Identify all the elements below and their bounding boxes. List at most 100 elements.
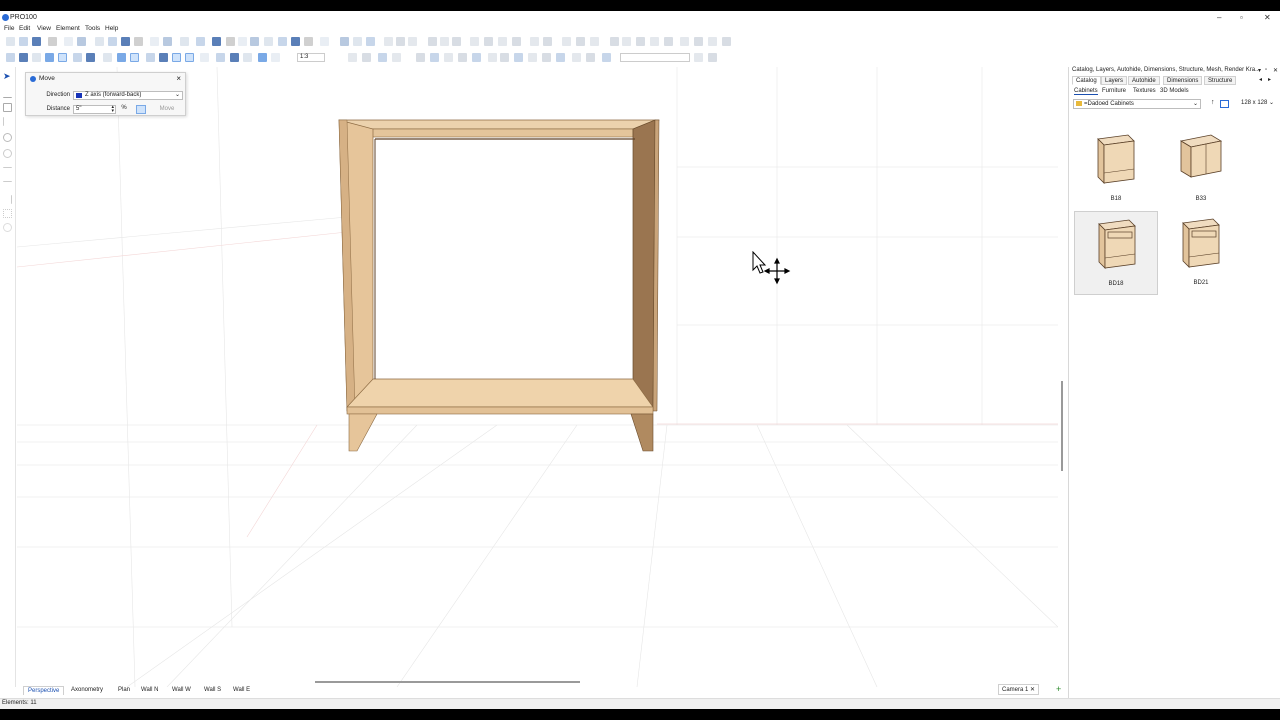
distribute-v-icon[interactable] bbox=[440, 37, 449, 46]
category-select[interactable]: =Dadoed Cabinets ⌄ bbox=[1073, 99, 1201, 109]
move-icon[interactable] bbox=[185, 53, 194, 62]
flip-icon[interactable] bbox=[708, 37, 717, 46]
panel-restore-icon[interactable]: ▫ bbox=[1265, 67, 1267, 73]
wireframe-icon[interactable] bbox=[86, 53, 95, 62]
material-icon[interactable] bbox=[278, 37, 287, 46]
mirror-icon[interactable] bbox=[722, 37, 731, 46]
cabinet-model[interactable] bbox=[17, 67, 1058, 687]
catalog-item-bd21[interactable]: BD21 bbox=[1159, 211, 1243, 295]
print-icon[interactable] bbox=[64, 37, 73, 46]
dimensions-icon[interactable] bbox=[117, 53, 126, 62]
distribute-h-icon[interactable] bbox=[543, 37, 552, 46]
maximize-button[interactable]: ▫ bbox=[1240, 13, 1243, 22]
snap-grid-icon[interactable] bbox=[146, 53, 155, 62]
select-arrow-icon[interactable]: ➤ bbox=[3, 72, 12, 81]
walk-icon[interactable] bbox=[556, 53, 565, 62]
distance-input[interactable]: 5" ▴ ▾ bbox=[73, 105, 116, 114]
move-button[interactable]: Move bbox=[153, 104, 181, 115]
save-icon[interactable] bbox=[32, 37, 41, 46]
tab-wall-s[interactable]: Wall S bbox=[200, 686, 225, 694]
layers-icon[interactable] bbox=[304, 37, 313, 46]
tab-catalog[interactable]: Catalog bbox=[1072, 76, 1101, 85]
percent-button[interactable]: % bbox=[119, 105, 129, 114]
snapshot-icon[interactable] bbox=[320, 37, 329, 46]
orbit-icon[interactable] bbox=[362, 53, 371, 62]
view-3d-icon[interactable] bbox=[73, 53, 82, 62]
align-left-icon[interactable] bbox=[498, 37, 507, 46]
grid-icon[interactable] bbox=[130, 53, 139, 62]
align-right-icon[interactable] bbox=[408, 37, 417, 46]
vertical-scrollbar[interactable] bbox=[1061, 381, 1063, 471]
rotate-tool-icon[interactable] bbox=[3, 149, 12, 158]
zoom-fit-icon[interactable] bbox=[226, 37, 235, 46]
rotate-icon[interactable] bbox=[200, 53, 209, 62]
tab-dimensions[interactable]: Dimensions bbox=[1163, 76, 1203, 85]
view-right-icon[interactable] bbox=[45, 53, 54, 62]
align-left-icon[interactable] bbox=[384, 37, 393, 46]
close-button[interactable]: ✕ bbox=[1264, 13, 1271, 22]
align-left-icon[interactable] bbox=[622, 37, 631, 46]
tab-axonometry[interactable]: Axonometry bbox=[67, 686, 107, 694]
save-as-icon[interactable] bbox=[48, 37, 57, 46]
view-back-icon[interactable] bbox=[19, 53, 28, 62]
view-left-icon[interactable] bbox=[32, 53, 41, 62]
paste-icon[interactable] bbox=[121, 37, 130, 46]
add-camera-button[interactable]: + bbox=[1056, 684, 1061, 694]
mirror-icon[interactable] bbox=[484, 37, 493, 46]
subtab-textures[interactable]: Textures bbox=[1133, 88, 1156, 94]
new-file-icon[interactable] bbox=[366, 37, 375, 46]
minimize-button[interactable]: – bbox=[1217, 13, 1221, 22]
menu-edit[interactable]: Edit bbox=[19, 25, 30, 32]
copy-toggle-button[interactable] bbox=[136, 105, 146, 114]
isolate-icon[interactable] bbox=[472, 53, 481, 62]
menu-tools[interactable]: Tools bbox=[85, 25, 100, 32]
align-center-icon[interactable] bbox=[512, 37, 521, 46]
panel-menu-icon[interactable]: ▾ bbox=[1258, 67, 1261, 74]
pan-icon[interactable] bbox=[542, 53, 551, 62]
render-icon[interactable] bbox=[264, 37, 273, 46]
record-icon[interactable] bbox=[243, 53, 252, 62]
align-right-icon[interactable] bbox=[650, 37, 659, 46]
mirror-tool-icon[interactable] bbox=[3, 195, 12, 204]
stack-icon[interactable] bbox=[694, 37, 703, 46]
light-icon[interactable] bbox=[291, 37, 300, 46]
catalog-item-b18[interactable]: B18 bbox=[1074, 127, 1158, 211]
shaded-icon[interactable] bbox=[103, 53, 112, 62]
copy-icon[interactable] bbox=[108, 37, 117, 46]
view-top-icon[interactable] bbox=[58, 53, 67, 62]
snap-object-icon[interactable] bbox=[159, 53, 168, 62]
tab-wall-w[interactable]: Wall W bbox=[168, 686, 195, 694]
menu-help[interactable]: Help bbox=[105, 25, 118, 32]
settings-icon[interactable] bbox=[196, 37, 205, 46]
catalog-item-bd18[interactable]: BD18 bbox=[1074, 211, 1158, 295]
measure-tool-icon[interactable] bbox=[3, 117, 12, 126]
thumbnail-size-select[interactable]: 128 x 128 ⌄ bbox=[1241, 99, 1274, 106]
rotate-view-icon[interactable] bbox=[250, 37, 259, 46]
subtab-cabinets[interactable]: Cabinets bbox=[1074, 88, 1098, 95]
folder-up-button[interactable]: ↑ bbox=[1211, 99, 1215, 106]
undo-icon[interactable] bbox=[150, 37, 159, 46]
delete-icon[interactable] bbox=[134, 37, 143, 46]
distribute-v-icon[interactable] bbox=[562, 37, 571, 46]
magnet-icon[interactable] bbox=[230, 53, 239, 62]
tab-prev-icon[interactable]: ◂ bbox=[1256, 76, 1265, 85]
print-preview-icon[interactable] bbox=[77, 37, 86, 46]
distribute-tool-icon[interactable] bbox=[3, 181, 12, 190]
zoom-window-icon[interactable] bbox=[238, 37, 247, 46]
rectangle-tool-icon[interactable] bbox=[3, 103, 12, 112]
section-icon[interactable] bbox=[572, 53, 581, 62]
align-center-icon[interactable] bbox=[636, 37, 645, 46]
group-tool-icon[interactable] bbox=[3, 209, 12, 218]
menu-view[interactable]: View bbox=[37, 25, 51, 32]
direction-select[interactable]: Z axis (forward-back) ⌄ bbox=[73, 91, 183, 100]
mirror-icon[interactable] bbox=[610, 37, 619, 46]
tab-next-icon[interactable]: ▸ bbox=[1265, 76, 1274, 85]
align-center-icon[interactable] bbox=[396, 37, 405, 46]
camera-icon[interactable] bbox=[488, 53, 497, 62]
distribute-h-icon[interactable] bbox=[428, 37, 437, 46]
view-front-icon[interactable] bbox=[6, 53, 15, 62]
pen-tool-icon[interactable] bbox=[3, 133, 12, 142]
horizontal-scrollbar[interactable] bbox=[315, 681, 580, 683]
snap-icon[interactable] bbox=[514, 53, 523, 62]
pan-icon[interactable] bbox=[378, 53, 387, 62]
